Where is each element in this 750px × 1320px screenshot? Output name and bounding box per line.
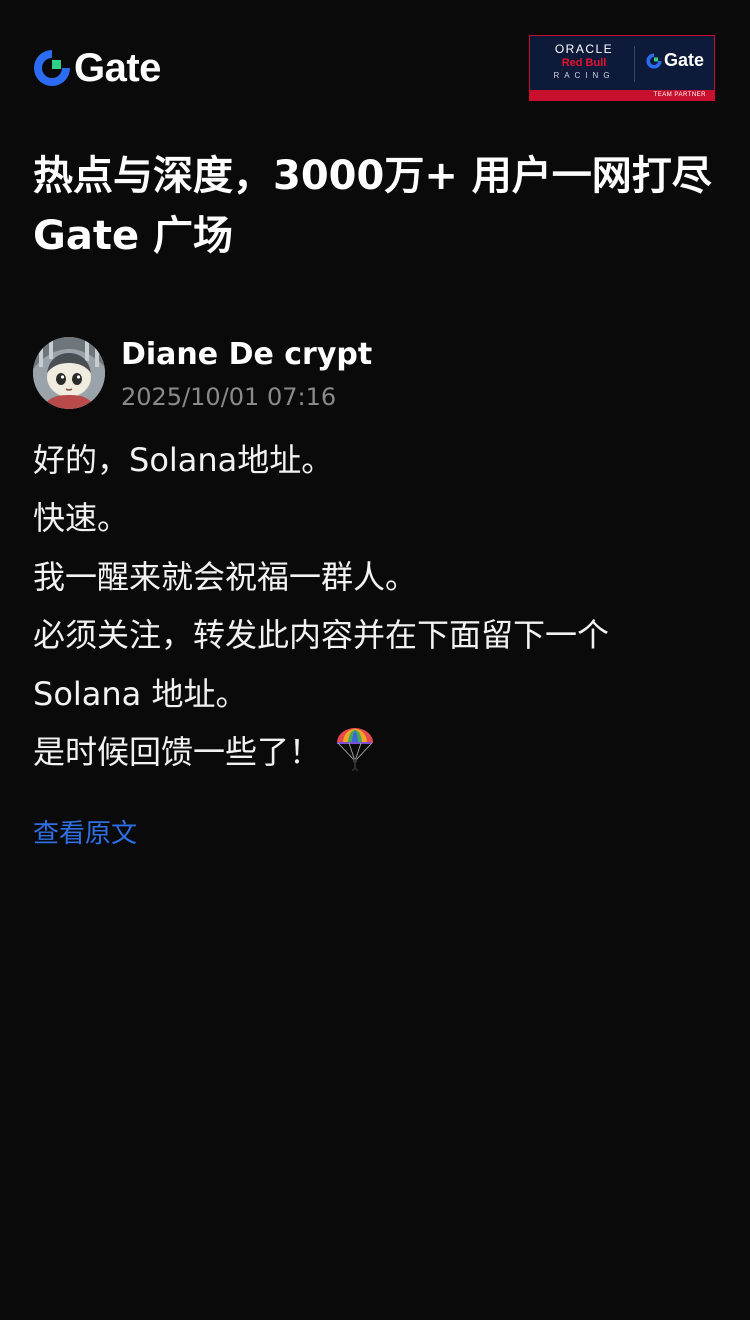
gate-logo-text: Gate <box>74 46 161 90</box>
author-avatar[interactable] <box>33 337 105 409</box>
oracle-text: ORACLE <box>554 42 614 56</box>
racing-text: RACING <box>553 71 615 80</box>
author-name[interactable]: Diane De crypt <box>121 335 372 375</box>
badge-gate-logo: Gate <box>634 50 714 71</box>
post-line-last: 是时候回馈一些了！ <box>33 723 723 781</box>
team-partner-text: TEAM PARTNER <box>653 92 706 98</box>
header: Gate ORACLE Red Bull RACING Gate TEAM PA… <box>0 0 750 110</box>
post-body: 好的，Solana地址。 快速。 我一醒来就会祝福一群人。 必须关注，转发此内容… <box>33 431 723 781</box>
parachute-icon <box>337 728 374 772</box>
gate-small-logo-icon <box>646 52 662 69</box>
view-original-link[interactable]: 查看原文 <box>33 815 137 853</box>
avatar-illustration <box>33 337 105 409</box>
gate-logo[interactable]: Gate <box>34 48 161 88</box>
post-line: 快速。 <box>33 499 130 538</box>
post-line: 我一醒来就会祝福一群人。 <box>33 557 418 596</box>
oracle-redbull-racing-logo: ORACLE Red Bull RACING <box>538 42 630 82</box>
page-headline: 热点与深度，3000万+ 用户一网打尽 Gate 广场 <box>33 153 712 259</box>
gate-logo-icon <box>34 50 70 86</box>
redbull-text: Red Bull <box>561 57 607 69</box>
post-line: Solana 地址。 <box>33 674 248 713</box>
post-line: 好的，Solana地址。 <box>33 441 334 479</box>
badge-footer: TEAM PARTNER <box>530 90 714 100</box>
badge-gate-text: Gate <box>663 50 705 70</box>
team-partner-badge[interactable]: ORACLE Red Bull RACING Gate TEAM PARTNER <box>529 35 715 101</box>
page: Gate ORACLE Red Bull RACING Gate TEAM PA… <box>0 0 750 1320</box>
post-line: 必须关注，转发此内容并在下面留下一个 <box>33 616 610 655</box>
post-line-text: 是时候回馈一些了！ <box>33 733 322 772</box>
post-timestamp: 2025/10/01 07:16 <box>121 383 337 411</box>
